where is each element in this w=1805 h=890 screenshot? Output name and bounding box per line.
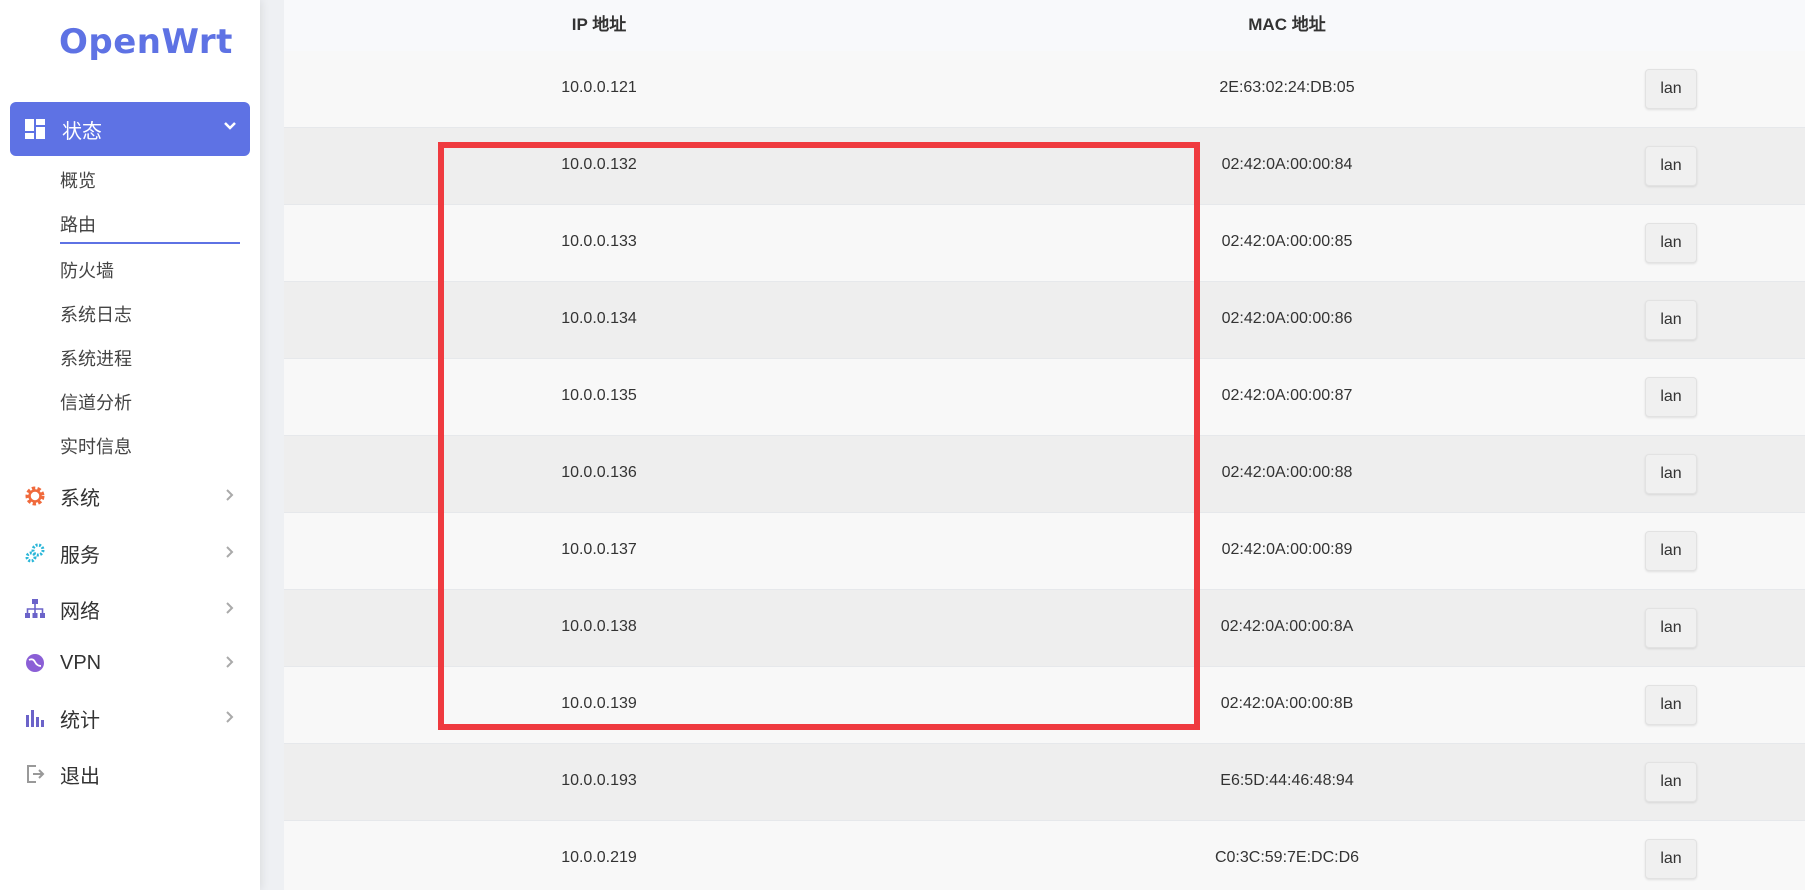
dashboard-icon [25, 119, 45, 139]
menu-item-label: 系统 [60, 487, 100, 510]
mac-cell: 02:42:0A:00:00:86 [1221, 310, 1353, 327]
chevron-right-icon [226, 656, 234, 668]
table-row: 10.0.0.135 02:42:0A:00:00:87 lan [284, 359, 1805, 436]
chevron-right-icon [226, 546, 234, 558]
ip-cell: 10.0.0.121 [561, 79, 637, 96]
interface-button[interactable]: lan [1645, 300, 1697, 340]
bar-chart-icon [24, 707, 46, 729]
mac-cell: 02:42:0A:00:00:88 [1221, 464, 1353, 481]
table-row: 10.0.0.136 02:42:0A:00:00:88 lan [284, 436, 1805, 513]
menu-item-status[interactable]: 状态 [10, 102, 250, 156]
interface-button[interactable]: lan [1645, 531, 1697, 571]
submenu-item-overview[interactable]: 概览 [60, 162, 240, 206]
table-row: 10.0.0.137 02:42:0A:00:00:89 lan [284, 513, 1805, 590]
menu-item-label: 网络 [60, 600, 100, 623]
ip-cell: 10.0.0.137 [561, 541, 637, 558]
mac-cell: 02:42:0A:00:00:87 [1221, 387, 1353, 404]
chevron-right-icon [226, 711, 234, 723]
table-row: 10.0.0.133 02:42:0A:00:00:85 lan [284, 205, 1805, 282]
ip-cell: 10.0.0.133 [561, 233, 637, 250]
chevron-right-icon [226, 602, 234, 614]
chevron-right-icon [226, 489, 234, 501]
mac-cell: 02:42:0A:00:00:8A [1220, 618, 1354, 635]
ip-cell: 10.0.0.219 [561, 849, 637, 866]
menu-item-network[interactable]: 网络 [24, 589, 244, 629]
mac-cell: C0:3C:59:7E:DC:D6 [1214, 849, 1360, 866]
ip-cell: 10.0.0.193 [561, 772, 637, 789]
page: OpenWrt 状态 概览 路由 防火墙 系统日志 系统进程 信道分析 实时信息 [0, 0, 1805, 890]
mac-cell: 02:42:0A:00:00:85 [1221, 233, 1353, 250]
interface-button[interactable]: lan [1645, 608, 1697, 648]
menu-item-system[interactable]: 系统 [24, 476, 244, 516]
interface-button[interactable]: lan [1645, 69, 1697, 109]
submenu-item-processes[interactable]: 系统进程 [60, 340, 240, 384]
mac-cell: 02:42:0A:00:00:89 [1221, 541, 1353, 558]
sidebar: OpenWrt 状态 概览 路由 防火墙 系统日志 系统进程 信道分析 实时信息 [0, 0, 260, 890]
interface-button[interactable]: lan [1645, 454, 1697, 494]
column-header-mac: MAC 地址 [1248, 15, 1326, 34]
interface-button[interactable]: lan [1645, 377, 1697, 417]
interface-button[interactable]: lan [1645, 762, 1697, 802]
table-row: 10.0.0.132 02:42:0A:00:00:84 lan [284, 128, 1805, 205]
menu-item-label: 退出 [60, 765, 100, 788]
menu-item-services[interactable]: 服务 [24, 533, 244, 573]
chevron-down-icon [224, 122, 236, 130]
mac-cell: 02:42:0A:00:00:84 [1221, 156, 1353, 173]
menu-item-label: 状态 [62, 120, 102, 143]
interface-button[interactable]: lan [1645, 146, 1697, 186]
submenu-item-channel-analysis[interactable]: 信道分析 [60, 384, 240, 428]
submenu-item-syslog[interactable]: 系统日志 [60, 296, 240, 340]
main-content: IP 地址 MAC 地址 接口 10.0.0.121 2E:63:02:24:D… [284, 0, 1805, 890]
ip-cell: 10.0.0.132 [561, 156, 637, 173]
menu-item-label: VPN [60, 651, 102, 674]
table-row: 10.0.0.138 02:42:0A:00:00:8A lan [284, 590, 1805, 667]
logout-icon [24, 763, 46, 785]
ip-cell: 10.0.0.136 [561, 464, 637, 481]
table-row: 10.0.0.121 2E:63:02:24:DB:05 lan [284, 51, 1805, 128]
interface-button[interactable]: lan [1645, 223, 1697, 263]
ip-cell: 10.0.0.138 [561, 618, 637, 635]
table-row: 10.0.0.219 C0:3C:59:7E:DC:D6 lan [284, 821, 1805, 890]
ip-cell: 10.0.0.134 [561, 310, 637, 327]
mac-cell: 02:42:0A:00:00:8B [1220, 695, 1354, 712]
gear-icon [24, 485, 46, 507]
table-row: 10.0.0.139 02:42:0A:00:00:8B lan [284, 667, 1805, 744]
mac-cell: 2E:63:02:24:DB:05 [1219, 79, 1355, 96]
menu-item-label: 服务 [60, 544, 100, 567]
globe-icon [24, 652, 46, 674]
submenu-item-firewall[interactable]: 防火墙 [60, 252, 240, 296]
table-row: 10.0.0.134 02:42:0A:00:00:86 lan [284, 282, 1805, 359]
table-header: IP 地址 MAC 地址 接口 [284, 0, 1805, 52]
network-icon [24, 598, 46, 620]
ip-cell: 10.0.0.139 [561, 695, 637, 712]
table-row: 10.0.0.193 E6:5D:44:46:48:94 lan [284, 744, 1805, 821]
column-header-ip: IP 地址 [571, 15, 627, 34]
submenu-item-routes[interactable]: 路由 [60, 206, 240, 244]
logo[interactable]: OpenWrt [59, 22, 233, 62]
menu-item-label: 统计 [60, 709, 100, 732]
cogs-icon [24, 542, 46, 564]
interface-button[interactable]: lan [1645, 685, 1697, 725]
status-submenu: 概览 路由 防火墙 系统日志 系统进程 信道分析 实时信息 [60, 162, 240, 472]
menu-item-statistics[interactable]: 统计 [24, 698, 244, 738]
interface-button[interactable]: lan [1645, 839, 1697, 879]
mac-cell: E6:5D:44:46:48:94 [1220, 772, 1354, 789]
submenu-item-realtime[interactable]: 实时信息 [60, 428, 240, 472]
menu-item-logout[interactable]: 退出 [24, 754, 244, 794]
menu-item-vpn[interactable]: VPN [24, 643, 244, 683]
ip-cell: 10.0.0.135 [561, 387, 637, 404]
